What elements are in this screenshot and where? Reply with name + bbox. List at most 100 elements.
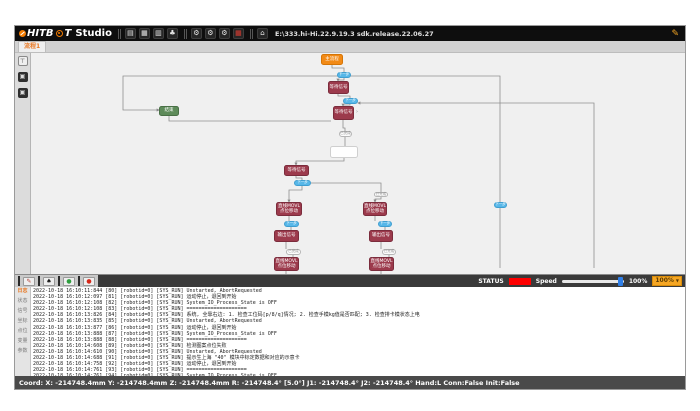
node-output-port[interactable]: ›: [356, 110, 358, 115]
layers-icon[interactable]: ▣: [18, 88, 28, 98]
flow-node-output-left[interactable]: 输出信号: [274, 230, 299, 242]
log-toolbar: ✎ ♠ ● ● STATUS Speed 100% 100% ▼: [15, 274, 685, 287]
badge-label: 已完成: [288, 250, 299, 254]
badge-label: 已完成: [384, 250, 395, 254]
logo-target-icon: [56, 30, 63, 37]
robot-arm-logo-icon: [19, 30, 26, 37]
node-label-line2: 点位移动: [373, 264, 391, 269]
save-icon[interactable]: ▦: [139, 28, 150, 39]
robot-arm-3-icon[interactable]: ⚙: [219, 28, 230, 39]
node-label: 等待信号: [288, 168, 306, 173]
edit-mode-icon[interactable]: ✎: [671, 29, 679, 39]
badge-label: 已完成: [340, 132, 351, 136]
coordinate-readout: Coord: X: -214748.4mm Y: -214748.4mm Z: …: [19, 379, 520, 387]
speed-label: Speed: [536, 278, 557, 285]
toolbar-separator: [184, 29, 185, 39]
flow-node-wait-signal-1[interactable]: 等待信号: [328, 81, 349, 94]
flowchart-canvas[interactable]: 主流程 下一步 等待信号 下一步 等待信号 › 已完成 等待信号 下一步 已完成: [31, 53, 685, 274]
badge-label: 已完成: [376, 193, 387, 197]
flow-node-wait-signal-3[interactable]: 等待信号: [284, 165, 309, 176]
hitbot-studio-window: HITB T Studio ▤ ▦ ▥ ♣ ⚙ ⚙ ⚙ ▦ ⌂ E:\333.h…: [14, 25, 686, 390]
status-indicator: [509, 278, 531, 285]
edge-badge[interactable]: 下一步: [337, 72, 351, 78]
gutter-item-params[interactable]: 参数: [17, 349, 27, 354]
node-palette-icon[interactable]: ▣: [18, 72, 28, 82]
toolbar-separator: [58, 276, 60, 286]
flow-node-movl-left-1[interactable]: 直线MOVL 点位移动: [276, 202, 302, 216]
flow-node-movl-right-2[interactable]: 直线MOVL 点位移动: [369, 257, 394, 271]
home-icon[interactable]: ⌂: [257, 28, 268, 39]
badge-label: 下一步: [286, 222, 297, 226]
badge-label: 下一步: [339, 73, 350, 77]
gutter-item-vars[interactable]: 变量: [17, 339, 27, 344]
badge-label: 下一步: [380, 222, 391, 226]
speed-slider-handle[interactable]: [618, 277, 623, 286]
speed-slider[interactable]: [562, 280, 624, 283]
gutter-item-coord[interactable]: 坐标: [17, 319, 27, 324]
edge-badge[interactable]: 下一步: [494, 202, 507, 208]
tool-icon[interactable]: ⊤: [18, 56, 28, 66]
toolbar-separator: [118, 29, 119, 39]
zoom-select[interactable]: 100% ▼: [652, 276, 682, 286]
edge-badge[interactable]: 下一步: [343, 98, 358, 104]
tab-bar: 流程1: [15, 41, 685, 53]
toolbar-separator: [78, 276, 80, 286]
badge-label: 下一步: [297, 181, 308, 185]
node-label-line2: 点位移动: [280, 209, 298, 214]
badge-label: 下一步: [345, 99, 356, 103]
tab-process-1[interactable]: 流程1: [18, 41, 46, 52]
left-sidebar: ⊤ ▣ ▣: [15, 53, 31, 274]
flow-connectors: [31, 53, 685, 274]
node-label: 输出信号: [372, 233, 390, 238]
gutter-item-signal[interactable]: 信号: [17, 309, 27, 314]
node-label: 输出信号: [278, 233, 296, 238]
gutter-item-log[interactable]: 日志: [17, 289, 27, 294]
estop-icon[interactable]: ▦: [233, 28, 244, 39]
flow-node-end[interactable]: 结束: [159, 106, 179, 116]
node-label-line2: 点位移动: [278, 264, 296, 269]
node-label-line2: 点位移动: [366, 209, 384, 214]
stop-icon[interactable]: ●: [83, 277, 95, 286]
zoom-value: 100%: [655, 276, 674, 286]
flow-node-movl-right-1[interactable]: 直线MOVL 点位移动: [363, 202, 387, 216]
product-name: Studio: [75, 28, 112, 39]
run-icon[interactable]: ♠: [43, 277, 55, 286]
flow-node-movl-left-2[interactable]: 直线MOVL 点位移动: [274, 257, 299, 271]
gutter-item-points[interactable]: 点位: [17, 329, 27, 334]
export-icon[interactable]: ▥: [153, 28, 164, 39]
gutter-item-state[interactable]: 状态: [17, 299, 27, 304]
log-panel: 日志 状态 信号 坐标 点位 变量 参数 2022-10-18 16:10:11…: [15, 287, 685, 376]
edge-badge[interactable]: 下一步: [294, 180, 311, 186]
title-bar: HITB T Studio ▤ ▦ ▥ ♣ ⚙ ⚙ ⚙ ▦ ⌂ E:\333.h…: [15, 26, 685, 41]
log-gutter: 日志 状态 信号 坐标 点位 变量 参数: [15, 287, 31, 376]
open-folder-icon[interactable]: ▤: [125, 28, 136, 39]
badge-label: 下一步: [495, 203, 506, 207]
toolbar-separator: [38, 276, 40, 286]
robot-arm-1-icon[interactable]: ⚙: [191, 28, 202, 39]
node-label: 等待信号: [335, 110, 353, 115]
flow-node-output-right[interactable]: 输出信号: [369, 230, 393, 242]
flow-node-selected-blank[interactable]: [330, 146, 358, 158]
done-badge: 已完成: [382, 249, 396, 255]
log-lines[interactable]: 2022-10-18 16:10:11:844 [80] [robotid=0]…: [31, 287, 685, 376]
chevron-down-icon: ▼: [676, 276, 679, 286]
edge-badge[interactable]: 下一步: [378, 221, 392, 227]
edge-badge[interactable]: 下一步: [284, 221, 299, 227]
node-label: 等待信号: [330, 85, 348, 90]
script-icon[interactable]: ♣: [167, 28, 178, 39]
node-label: 主流程: [325, 57, 339, 62]
edit-icon[interactable]: ✎: [23, 277, 35, 286]
brand-text: HITB: [27, 28, 54, 39]
screen: HITB T Studio ▤ ▦ ▥ ♣ ⚙ ⚙ ⚙ ▦ ⌂ E:\333.h…: [0, 0, 700, 411]
start-icon[interactable]: ●: [63, 277, 75, 286]
coordinate-status-bar: Coord: X: -214748.4mm Y: -214748.4mm Z: …: [15, 376, 685, 389]
flow-node-wait-signal-2[interactable]: 等待信号: [333, 106, 354, 120]
robot-arm-2-icon[interactable]: ⚙: [205, 28, 216, 39]
toolbar-separator: [250, 29, 251, 39]
toolbar-separator: [18, 276, 20, 286]
project-path: E:\333.hi-Hi.22.9.19.3 sdk.release.22.06…: [275, 30, 434, 38]
done-badge: 已完成: [339, 131, 352, 137]
flow-node-start[interactable]: 主流程: [321, 54, 343, 65]
work-area: ⊤ ▣ ▣: [15, 53, 685, 274]
status-label: STATUS: [478, 278, 503, 285]
